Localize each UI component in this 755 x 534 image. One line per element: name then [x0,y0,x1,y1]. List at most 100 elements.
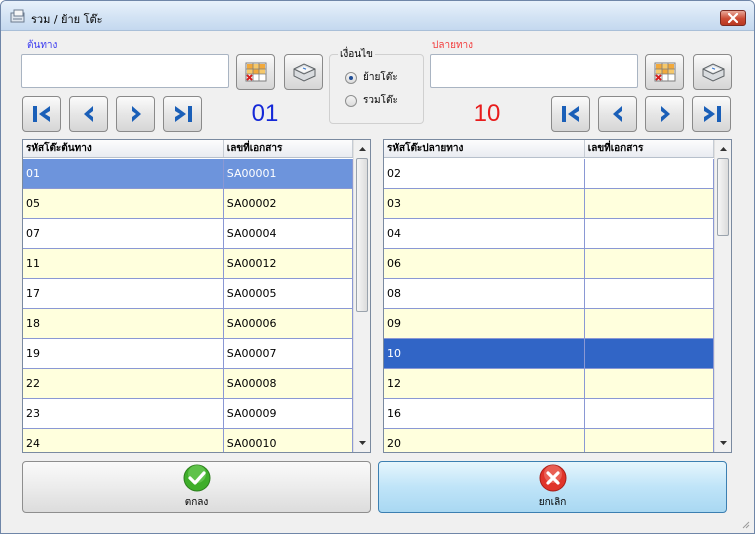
source-grid-row[interactable]: 17 SA00005 [23,279,353,309]
scroll-down-arrow[interactable] [715,435,731,451]
destination-grid-row[interactable]: 10 [384,339,714,369]
arrow-up-icon [358,147,366,151]
destination-grid-cell-table-code: 02 [384,159,585,188]
source-table-input[interactable] [21,54,229,88]
source-keyboard-button[interactable] [284,54,323,90]
title-bar[interactable]: รวม / ย้าย โต๊ะ [1,1,754,31]
source-grid-cell-doc-no: SA00005 [224,279,353,308]
source-grid-cell-doc-no: SA00002 [224,189,353,218]
source-grid-cell-table-code: 17 [23,279,224,308]
close-button[interactable] [720,10,746,26]
destination-keyboard-button[interactable] [693,54,732,90]
scroll-up-arrow[interactable] [354,141,370,157]
arrow-down-icon [719,441,727,445]
condition-group: เงื่อนไข ย้ายโต๊ะ รวมโต๊ะ [329,47,424,124]
source-table-picker-button[interactable] [236,54,275,90]
cancel-button[interactable]: ยกเลิก [378,461,727,513]
source-grid-row[interactable]: 01 SA00001 [23,159,353,189]
scroll-thumb[interactable] [717,158,729,236]
source-grid-cell-doc-no: SA00004 [224,219,353,248]
source-grid-cell-table-code: 01 [23,159,224,188]
destination-grid-row[interactable]: 06 [384,249,714,279]
source-grid-row[interactable]: 23 SA00009 [23,399,353,429]
destination-grid-row[interactable]: 09 [384,309,714,339]
source-grid-row[interactable]: 18 SA00006 [23,309,353,339]
source-grid-row[interactable]: 05 SA00002 [23,189,353,219]
destination-table-picker-button[interactable] [645,54,684,90]
destination-grid-cell-table-code: 03 [384,189,585,218]
destination-label: ปลายทาง [432,40,474,51]
merge-table-radio[interactable]: รวมโต๊ะ [345,93,398,108]
destination-grid-cell-doc-no [585,159,714,188]
source-table-grid[interactable]: รหัสโต๊ะต้นทาง เลขที่เอกสาร 01 SA00001 05 S… [22,139,371,453]
destination-grid-header-doc-no[interactable]: เลขที่เอกสาร [585,140,714,157]
destination-first-button[interactable] [551,96,590,132]
destination-grid-row[interactable]: 16 [384,399,714,429]
destination-grid-row[interactable]: 20 [384,429,714,452]
source-grid-cell-table-code: 19 [23,339,224,368]
client-area: ต้นทาง ปลายทาง เงื่อนไข ย้ายโต๊ะ รวมโต๊ะ… [2,32,753,532]
source-label: ต้นทาง [27,40,58,51]
source-grid-cell-table-code: 22 [23,369,224,398]
keyboard-key-icon [293,63,315,82]
source-grid-row[interactable]: 07 SA00004 [23,219,353,249]
destination-grid-row[interactable]: 04 [384,219,714,249]
destination-grid-cell-table-code: 10 [384,339,585,368]
destination-next-button[interactable] [645,96,684,132]
source-grid-cell-table-code: 05 [23,189,224,218]
window-title: รวม / ย้าย โต๊ะ [31,13,103,26]
merge-table-radio-label: รวมโต๊ะ [363,95,398,106]
move-table-radio[interactable]: ย้ายโต๊ะ [345,70,398,85]
scroll-up-arrow[interactable] [715,141,731,157]
destination-grid-cell-doc-no [585,399,714,428]
source-first-button[interactable] [22,96,61,132]
move-table-radio-label: ย้ายโต๊ะ [363,72,398,83]
table-grid-icon [245,62,266,82]
destination-grid-cell-table-code: 08 [384,279,585,308]
source-grid-row[interactable]: 22 SA00008 [23,369,353,399]
keyboard-key-icon [702,63,724,82]
destination-grid-cell-table-code: 16 [384,399,585,428]
destination-grid-row[interactable]: 03 [384,189,714,219]
source-grid-cell-doc-no: SA00008 [224,369,353,398]
condition-group-title: เงื่อนไข [338,47,376,62]
destination-grid-cell-doc-no [585,279,714,308]
destination-grid-cell-table-code: 09 [384,309,585,338]
destination-grid-scrollbar[interactable] [714,140,731,452]
source-last-button[interactable] [163,96,202,132]
source-grid-cell-doc-no: SA00010 [224,429,353,452]
window-app-icon [10,9,25,23]
source-grid-row[interactable]: 11 SA00012 [23,249,353,279]
source-grid-header-table-code[interactable]: รหัสโต๊ะต้นทาง [23,140,224,157]
source-next-button[interactable] [116,96,155,132]
destination-grid-cell-doc-no [585,219,714,248]
destination-grid-header: รหัสโต๊ะปลายทาง เลขที่เอกสาร [384,140,714,158]
source-grid-header-doc-no[interactable]: เลขที่เอกสาร [224,140,353,157]
destination-prev-button[interactable] [598,96,637,132]
resize-grip-icon[interactable] [740,519,750,529]
next-record-icon [660,106,670,122]
source-grid-cell-doc-no: SA00012 [224,249,353,278]
scroll-down-arrow[interactable] [354,435,370,451]
ok-button-label: ตกลง [184,497,209,508]
destination-grid-row[interactable]: 02 [384,159,714,189]
source-grid-row[interactable]: 19 SA00007 [23,339,353,369]
scroll-thumb[interactable] [356,158,368,312]
source-prev-button[interactable] [69,96,108,132]
destination-grid-row[interactable]: 12 [384,369,714,399]
destination-grid-row[interactable]: 08 [384,279,714,309]
cancel-button-label: ยกเลิก [538,497,567,508]
last-record-icon [174,106,192,122]
first-record-icon [32,106,50,122]
source-grid-row[interactable]: 24 SA00010 [23,429,353,452]
source-grid-cell-doc-no: SA00006 [224,309,353,338]
source-grid-scrollbar[interactable] [353,140,370,452]
destination-table-grid[interactable]: รหัสโต๊ะปลายทาง เลขที่เอกสาร 02 03 04 06 08 0… [383,139,732,453]
destination-grid-cell-doc-no [585,339,714,368]
arrow-up-icon [719,147,727,151]
destination-grid-cell-doc-no [585,309,714,338]
destination-grid-header-table-code[interactable]: รหัสโต๊ะปลายทาง [384,140,585,157]
ok-button[interactable]: ตกลง [22,461,371,513]
destination-last-button[interactable] [692,96,731,132]
destination-table-input[interactable] [430,54,638,88]
